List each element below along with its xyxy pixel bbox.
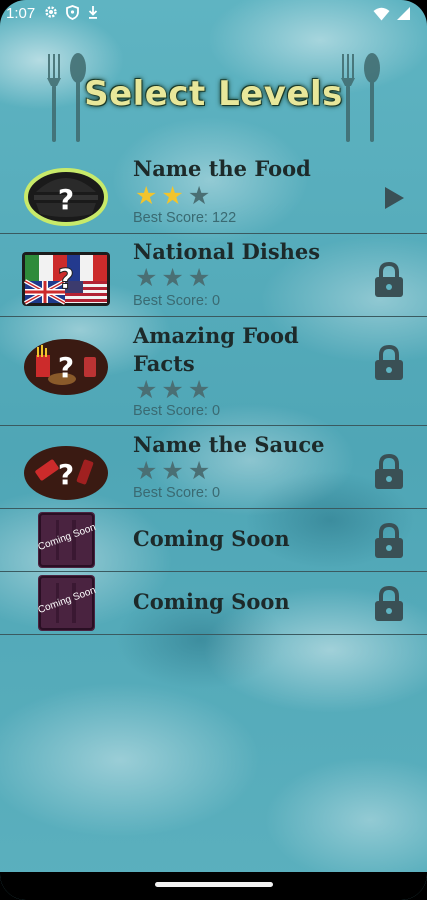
level-row-name-the-food[interactable]: ? Name the Food ★ ★ ★ Best Score: 122 (0, 150, 427, 234)
svg-text:?: ? (58, 458, 74, 491)
status-bar: 1:07 (0, 0, 427, 30)
star-icon: ★ (135, 456, 158, 485)
level-name: National Dishes (133, 239, 321, 264)
star-icon: ★ (187, 375, 211, 404)
best-score: Best Score: 0 (133, 485, 221, 501)
star-icon: ★ (161, 181, 184, 210)
signal-icon (396, 6, 411, 25)
status-time: 1:07 (6, 5, 36, 22)
star-icon: ★ (161, 263, 184, 292)
star-rating: ★ ★ ★ (135, 377, 210, 403)
coming-soon-icon: Coming Soon (37, 512, 97, 568)
header: Select Levels (0, 48, 427, 148)
level-name: Coming Soon (133, 589, 290, 614)
star-icon: ★ (135, 375, 158, 404)
level-row-national-dishes[interactable]: ? National Dishes ★ ★ ★ Best Score: 0 (0, 234, 427, 317)
lock-icon (373, 261, 405, 302)
level-name: Amazing Food Facts (133, 323, 299, 376)
level-row-coming-soon: Coming Soon Coming Soon (0, 572, 427, 635)
sauce-question-icon: ? (22, 444, 110, 506)
star-rating: ★ ★ ★ (135, 265, 210, 291)
level-row-name-the-sauce[interactable]: ? Name the Sauce ★ ★ ★ Best Score: 0 (0, 426, 427, 509)
svg-text:?: ? (58, 262, 74, 295)
lock-icon (373, 344, 405, 385)
shield-icon (66, 5, 79, 24)
download-icon (87, 5, 99, 24)
best-score: Best Score: 0 (133, 403, 221, 419)
burger-question-icon: ? (22, 166, 110, 232)
coming-soon-icon: Coming Soon (37, 575, 97, 631)
flags-question-icon: ? (22, 252, 110, 310)
level-name: Coming Soon (133, 526, 290, 551)
svg-text:?: ? (58, 183, 74, 216)
star-icon: ★ (135, 263, 158, 292)
navigation-bar (0, 872, 427, 900)
level-name: Name the Sauce (133, 432, 325, 457)
star-rating: ★ ★ ★ (135, 458, 210, 484)
star-rating: ★ ★ ★ (135, 183, 210, 209)
level-list: ? Name the Food ★ ★ ★ Best Score: 122 ? … (0, 150, 427, 635)
star-icon: ★ (187, 456, 211, 485)
home-gesture-handle[interactable] (155, 882, 273, 887)
svg-text:?: ? (58, 351, 74, 384)
star-icon: ★ (161, 375, 184, 404)
status-icons-right (373, 6, 411, 25)
app-screen: 1:07 Select Levels ? Name the Food ★ ★ ★… (0, 0, 427, 900)
star-icon: ★ (187, 181, 211, 210)
play-icon[interactable] (383, 186, 405, 214)
lock-icon (373, 453, 405, 494)
star-icon: ★ (135, 181, 158, 210)
level-name: Name the Food (133, 156, 311, 181)
best-score: Best Score: 122 (133, 210, 237, 226)
fastfood-question-icon: ? (22, 337, 110, 401)
status-icons-left (44, 5, 99, 24)
star-icon: ★ (187, 263, 211, 292)
level-row-amazing-food-facts[interactable]: ? Amazing Food Facts ★ ★ ★ Best Score: 0 (0, 317, 427, 426)
page-title: Select Levels (84, 74, 343, 114)
lock-icon (373, 522, 405, 563)
wifi-icon (373, 7, 390, 25)
level-row-coming-soon: Coming Soon Coming Soon (0, 509, 427, 572)
lock-icon (373, 585, 405, 626)
gear-icon (44, 5, 58, 24)
best-score: Best Score: 0 (133, 293, 221, 309)
star-icon: ★ (161, 456, 184, 485)
